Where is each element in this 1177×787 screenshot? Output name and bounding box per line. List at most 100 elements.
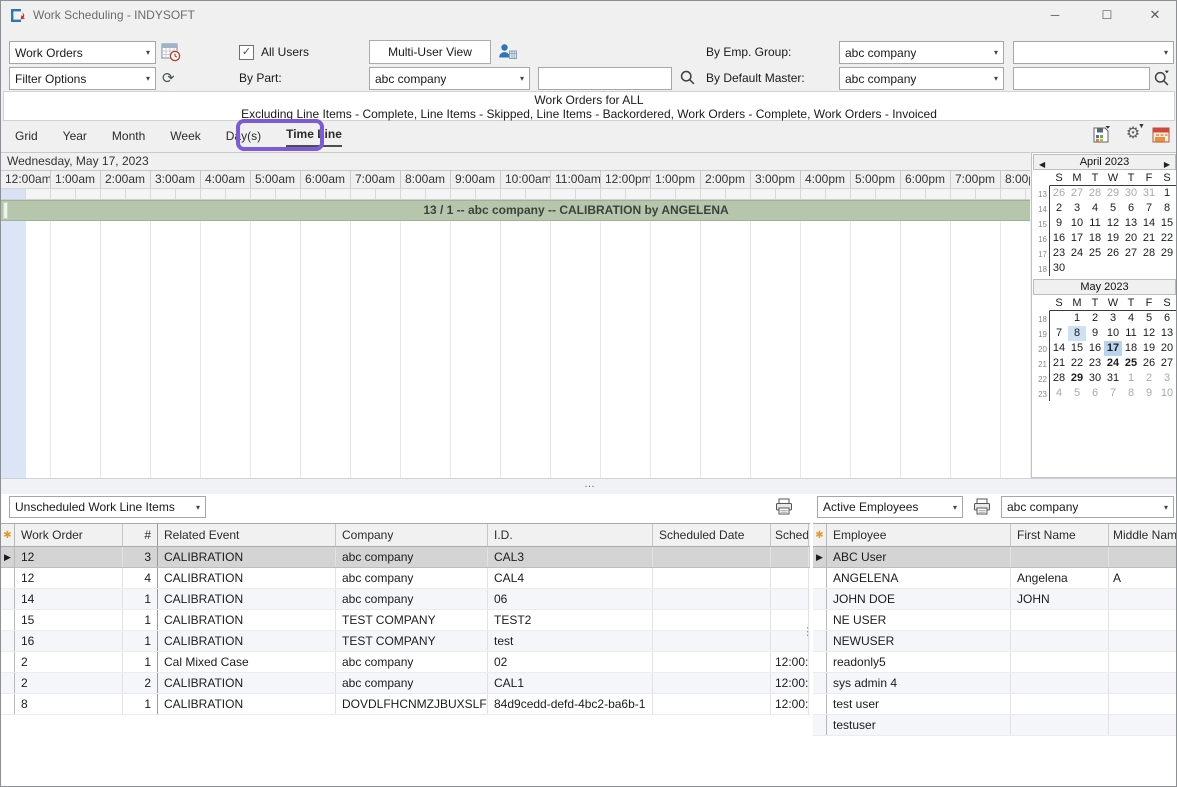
calendar-day[interactable]: 7 <box>1104 386 1122 401</box>
column-header[interactable]: Work Order <box>15 524 123 546</box>
calendar-day[interactable]: 21 <box>1140 231 1158 246</box>
calendar-day[interactable]: 28 <box>1140 246 1158 261</box>
calendar-day[interactable]: 1 <box>1158 186 1176 201</box>
calendar-day[interactable]: 3 <box>1068 201 1086 216</box>
column-header[interactable]: Scheduled Date <box>653 524 771 546</box>
calendar-day[interactable]: 14 <box>1140 216 1158 231</box>
calendar-day[interactable]: 27 <box>1122 246 1140 261</box>
calendar-day[interactable]: 12 <box>1104 216 1122 231</box>
column-header[interactable]: Middle Name <box>1109 524 1177 546</box>
table-row[interactable]: testuser <box>813 715 1177 736</box>
calendar-day[interactable]: 19 <box>1140 341 1158 356</box>
table-row[interactable]: 81CALIBRATIONDOVDLFHCNMZJBUXSLFCGNI84d9c… <box>1 694 810 715</box>
tab-week[interactable]: Week <box>170 129 200 145</box>
column-header[interactable]: First Name <box>1011 524 1109 546</box>
default-master-search-input[interactable] <box>1013 67 1150 90</box>
tab-time-line[interactable]: Time Line <box>286 127 342 147</box>
table-row[interactable]: 21Cal Mixed Caseabc company0212:00:00 <box>1 652 810 673</box>
calendar-day[interactable]: 9 <box>1140 386 1158 401</box>
table-row[interactable]: sys admin 4 <box>813 673 1177 694</box>
calendar-day[interactable]: 15 <box>1068 341 1086 356</box>
calendar-day[interactable]: 16 <box>1050 231 1068 246</box>
calendar-day[interactable]: 10 <box>1158 386 1176 401</box>
calendar-day[interactable]: 8 <box>1068 326 1086 341</box>
work-orders-select[interactable]: Work Orders ▾ <box>9 41 156 64</box>
calendar-day[interactable]: 6 <box>1158 311 1176 326</box>
calendar-day[interactable]: 19 <box>1104 231 1122 246</box>
calendar-day[interactable]: 7 <box>1050 326 1068 341</box>
calendar-day[interactable]: 20 <box>1158 341 1176 356</box>
calendar-day[interactable]: 28 <box>1050 371 1068 386</box>
calendar-day[interactable]: 6 <box>1122 201 1140 216</box>
calendar-day[interactable]: 11 <box>1122 326 1140 341</box>
calendar-day[interactable]: 22 <box>1158 231 1176 246</box>
calendar-day[interactable]: 4 <box>1122 311 1140 326</box>
filter-options-select[interactable]: Filter Options ▾ <box>9 67 156 90</box>
calendar-day[interactable]: 15 <box>1158 216 1176 231</box>
calendar-day[interactable]: 14 <box>1050 341 1068 356</box>
table-row[interactable]: ▶123CALIBRATIONabc companyCAL3 <box>1 547 810 568</box>
calendar-day[interactable]: 22 <box>1068 356 1086 371</box>
calendar-day[interactable]: 1 <box>1068 311 1086 326</box>
by-part-select[interactable]: abc company ▾ <box>369 67 530 90</box>
refresh-icon[interactable]: ⟳ <box>162 67 175 90</box>
calendar-prev-icon[interactable]: ◀ <box>1039 158 1045 172</box>
calendar-day[interactable]: 24 <box>1068 246 1086 261</box>
calendar-day[interactable]: 13 <box>1158 326 1176 341</box>
calendar-day[interactable]: 11 <box>1086 216 1104 231</box>
calendar-day[interactable]: 5 <box>1068 386 1086 401</box>
calendar-day[interactable]: 25 <box>1086 246 1104 261</box>
table-row[interactable]: JOHN DOEJOHN <box>813 589 1177 610</box>
employee-company-select[interactable]: abc company ▾ <box>1001 496 1174 518</box>
close-button[interactable]: ✕ <box>1137 1 1173 29</box>
default-master-select[interactable]: abc company ▾ <box>839 67 1004 90</box>
go-to-date-calendar-icon[interactable] <box>1151 125 1171 145</box>
calendar-day[interactable]: 2 <box>1050 201 1068 216</box>
table-row[interactable]: ANGELENAAngelenaA <box>813 568 1177 589</box>
calendar-day[interactable]: 10 <box>1104 326 1122 341</box>
search-dropdown-icon[interactable] <box>1153 69 1170 86</box>
calendar-day[interactable]: 21 <box>1050 356 1068 371</box>
vertical-splitter[interactable]: ⋮ <box>802 627 812 649</box>
multi-user-view-button[interactable]: Multi-User View <box>369 40 491 64</box>
calendar-day[interactable]: 27 <box>1068 186 1086 201</box>
column-header[interactable]: Related Event <box>158 524 336 546</box>
column-header[interactable]: Scheduled Time <box>771 524 809 546</box>
calendar-day[interactable]: 3 <box>1158 371 1176 386</box>
calendar-day[interactable]: 9 <box>1086 326 1104 341</box>
table-row[interactable]: ▶ABC User <box>813 547 1177 568</box>
calendar-day[interactable]: 29 <box>1104 186 1122 201</box>
table-row[interactable]: 22CALIBRATIONabc companyCAL112:00:00 <box>1 673 810 694</box>
tab-month[interactable]: Month <box>112 129 145 145</box>
calendar-day[interactable]: 18 <box>1086 231 1104 246</box>
save-icon[interactable] <box>1091 125 1111 145</box>
calendar-day[interactable]: 17 <box>1068 231 1086 246</box>
calendar-day[interactable]: 3 <box>1104 311 1122 326</box>
multi-user-icon[interactable] <box>498 42 518 62</box>
emp-group-secondary-select[interactable]: ▾ <box>1013 41 1174 64</box>
calendar-day[interactable]: 30 <box>1050 261 1068 276</box>
by-part-search-input[interactable] <box>538 67 672 90</box>
calendar-next-icon[interactable]: ▶ <box>1164 158 1170 172</box>
table-row[interactable]: 124CALIBRATIONabc companyCAL4 <box>1 568 810 589</box>
calendar-day[interactable]: 31 <box>1140 186 1158 201</box>
tab-grid[interactable]: Grid <box>15 129 38 145</box>
calendar-day[interactable]: 2 <box>1086 311 1104 326</box>
calendar-day[interactable]: 4 <box>1050 386 1068 401</box>
table-row[interactable]: NE USER <box>813 610 1177 631</box>
table-row[interactable]: test user <box>813 694 1177 715</box>
horizontal-splitter[interactable]: … <box>1 478 1177 494</box>
calendar-day[interactable]: 29 <box>1068 371 1086 386</box>
calendar-day[interactable]: 26 <box>1104 246 1122 261</box>
calendar-day[interactable]: 26 <box>1050 186 1068 201</box>
calendar-day[interactable]: 30 <box>1122 186 1140 201</box>
calendar-day[interactable]: 28 <box>1086 186 1104 201</box>
search-icon[interactable] <box>679 69 696 86</box>
calendar-day[interactable]: 24 <box>1104 356 1122 371</box>
calendar-day[interactable]: 9 <box>1050 216 1068 231</box>
calendar-day[interactable]: 23 <box>1050 246 1068 261</box>
calendar-day[interactable]: 2 <box>1140 371 1158 386</box>
calendar-day[interactable]: 6 <box>1086 386 1104 401</box>
tab-year[interactable]: Year <box>63 129 87 145</box>
table-row[interactable]: 151CALIBRATIONTEST COMPANYTEST2 <box>1 610 810 631</box>
